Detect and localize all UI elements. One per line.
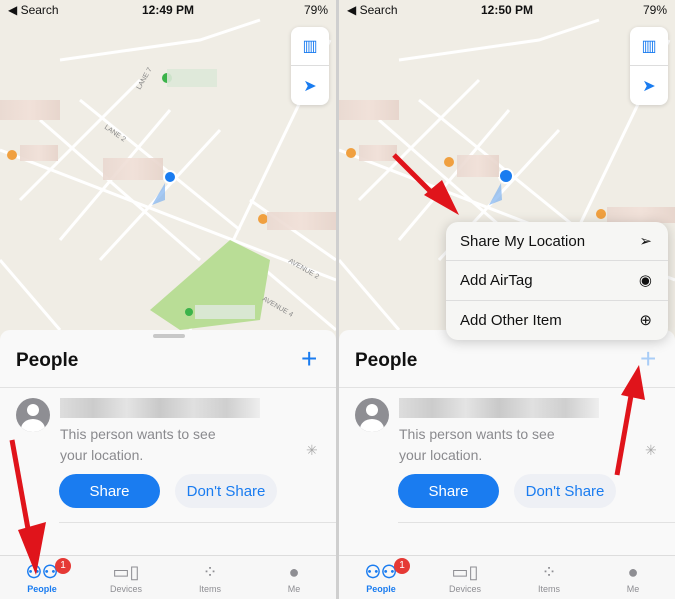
avatar: [16, 398, 50, 432]
svg-text:AVENUE 4: AVENUE 4: [261, 296, 294, 319]
menu-item-add-other-item[interactable]: Add Other Item ⊕: [446, 301, 668, 340]
badge: 1: [55, 558, 71, 574]
battery: 79%: [303, 3, 328, 17]
map[interactable]: LANE 7 LANE 2 AVENUE 2 AVENUE 4: [0, 0, 336, 340]
tab-people[interactable]: ⚇⚇ 1 People: [0, 556, 84, 599]
page-title: People: [16, 350, 79, 371]
battery: 79%: [642, 3, 667, 17]
items-icon: ⁘: [202, 562, 218, 582]
request-message: This person wants to see your location.: [399, 426, 555, 463]
avatar: [355, 398, 389, 432]
person-name-redacted: [399, 398, 599, 418]
svg-text:AVENUE 2: AVENUE 2: [287, 258, 320, 281]
sheet-grabber[interactable]: [153, 334, 185, 338]
map-controls: ▥ ➤: [291, 27, 329, 105]
badge: 1: [394, 558, 410, 574]
me-icon: ●: [288, 562, 300, 582]
dont-share-button[interactable]: Don't Share: [175, 474, 277, 508]
share-button[interactable]: Share: [59, 474, 160, 508]
screenshot-right: ◀ Search 12:50 PM 79% ▥ ➤ People + This …: [339, 0, 675, 599]
location-arrow-icon[interactable]: ➤: [291, 66, 329, 105]
divider: [59, 522, 336, 523]
map-icon[interactable]: ▥: [291, 27, 329, 66]
person-name-redacted: [60, 398, 260, 418]
divider: [398, 522, 675, 523]
map-roads: LANE 7 LANE 2 AVENUE 2 AVENUE 4: [0, 18, 336, 332]
devices-icon: ▭▯: [451, 562, 479, 582]
tab-items[interactable]: ⁘ Items: [168, 556, 252, 599]
divider: [0, 387, 336, 388]
share-button[interactable]: Share: [398, 474, 499, 508]
menu-item-share-my-location[interactable]: Share My Location ➢: [446, 222, 668, 262]
status-bar: ◀ Search 12:49 PM 79%: [0, 3, 336, 21]
request-message: This person wants to see your location.: [60, 426, 216, 463]
tab-bar: ⚇⚇ 1 People ▭▯ Devices ⁘ Items ● Me: [0, 555, 336, 599]
spinner-icon: ✳: [306, 442, 318, 458]
map-controls: ▥ ➤: [630, 27, 668, 105]
add-button[interactable]: +: [640, 344, 656, 374]
map-label: LANE 7: [136, 67, 154, 91]
spinner-icon: ✳: [645, 442, 657, 458]
tab-devices[interactable]: ▭▯ Devices: [423, 556, 507, 599]
divider: [339, 387, 675, 388]
tab-me[interactable]: ● Me: [591, 556, 675, 599]
devices-icon: ▭▯: [112, 562, 140, 582]
location-arrow-icon: ➢: [639, 233, 652, 251]
items-icon: ⁘: [541, 562, 557, 582]
clock: 12:50 PM: [480, 3, 534, 17]
people-icon: ⚇⚇: [364, 562, 398, 582]
location-arrow-icon[interactable]: ➤: [630, 66, 668, 105]
tab-me[interactable]: ● Me: [252, 556, 336, 599]
page-title: People: [355, 350, 418, 371]
add-menu: Share My Location ➢ Add AirTag ◉ Add Other…: [446, 222, 668, 340]
tab-bar: ⚇⚇ 1 People ▭▯ Devices ⁘ Items ● Me: [339, 555, 675, 599]
tab-devices[interactable]: ▭▯ Devices: [84, 556, 168, 599]
add-button[interactable]: +: [301, 344, 317, 374]
tab-items[interactable]: ⁘ Items: [507, 556, 591, 599]
dont-share-button[interactable]: Don't Share: [514, 474, 616, 508]
status-bar: ◀ Search 12:50 PM 79%: [339, 3, 675, 21]
me-icon: ●: [627, 562, 639, 582]
screenshot-left: LANE 7 LANE 2 AVENUE 2 AVENUE 4 ◀ Search…: [0, 0, 336, 599]
tab-people[interactable]: ⚇⚇ 1 People: [339, 556, 423, 599]
airtag-icon: ◉: [638, 272, 652, 290]
map-icon[interactable]: ▥: [630, 27, 668, 66]
clock: 12:49 PM: [141, 3, 195, 17]
people-icon: ⚇⚇: [25, 562, 59, 582]
plus-circle-icon: ⊕: [639, 312, 652, 330]
menu-item-add-airtag[interactable]: Add AirTag ◉: [446, 261, 668, 301]
